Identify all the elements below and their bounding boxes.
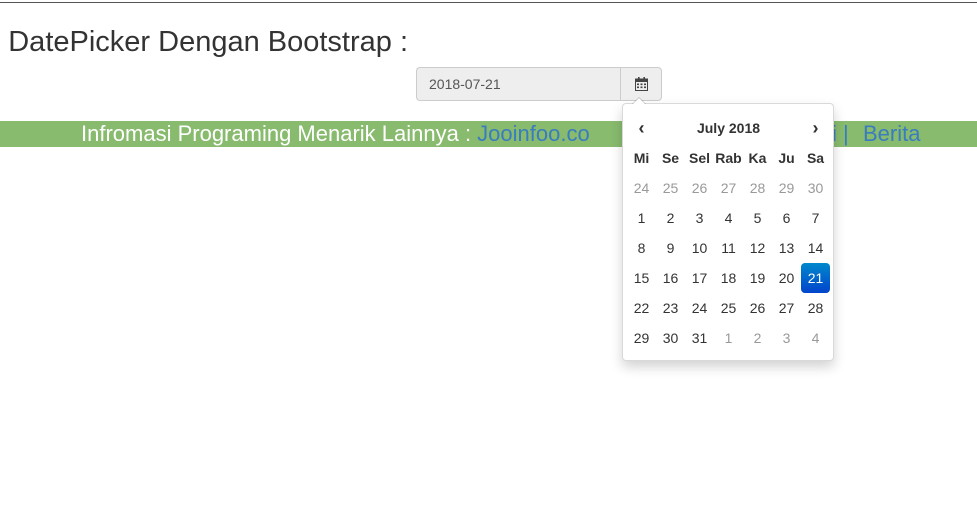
week-row: 29 30 31 1 2 3 4	[627, 323, 830, 353]
dow-header: Ka	[748, 150, 767, 166]
day-cell[interactable]: 15	[627, 263, 656, 293]
day-cell[interactable]: 5	[743, 203, 772, 233]
day-cell[interactable]: 16	[656, 263, 685, 293]
dow-header: Ju	[778, 150, 795, 166]
page-title: at DatePicker Dengan Bootstrap :	[0, 26, 409, 58]
datepicker-days: 24 25 26 27 28 29 30 1 2 3 4 5 6 7 8 9 10 11 12 13 14 15 16 17 1…	[627, 173, 830, 353]
day-cell[interactable]: 20	[772, 263, 801, 293]
dow-header: Se	[661, 150, 680, 166]
day-cell[interactable]: 1	[714, 323, 743, 353]
day-cell[interactable]: 24	[627, 173, 656, 203]
day-cell[interactable]: 25	[714, 293, 743, 323]
day-cell[interactable]: 26	[685, 173, 714, 203]
day-cell[interactable]: 30	[656, 323, 685, 353]
date-input[interactable]	[416, 67, 633, 101]
datepicker-table: ‹ July 2018 › Mi Se Sel Rab Ka Ju Sa 24 2…	[627, 113, 830, 353]
day-cell[interactable]: 29	[627, 323, 656, 353]
datepicker-popup: ‹ July 2018 › Mi Se Sel Rab Ka Ju Sa 24 2…	[622, 97, 834, 361]
banner-link-berita[interactable]: Berita	[863, 121, 920, 147]
day-cell[interactable]: 6	[772, 203, 801, 233]
day-cell[interactable]: 13	[772, 233, 801, 263]
day-cell[interactable]: 27	[714, 173, 743, 203]
days-of-week-row: Mi Se Sel Rab Ka Ju Sa	[627, 143, 830, 173]
day-cell[interactable]: 3	[685, 203, 714, 233]
day-cell[interactable]: 24	[685, 293, 714, 323]
day-cell[interactable]: 9	[656, 233, 685, 263]
date-input-group	[416, 67, 662, 101]
week-row: 15 16 17 18 19 20 21	[627, 263, 830, 293]
day-cell[interactable]: 10	[685, 233, 714, 263]
day-cell[interactable]: 1	[627, 203, 656, 233]
dow-header: Sa	[806, 150, 825, 166]
week-row: 1234567	[627, 203, 830, 233]
day-cell[interactable]: 26	[743, 293, 772, 323]
dow-header: Rab	[715, 150, 742, 166]
day-cell[interactable]: 23	[656, 293, 685, 323]
day-cell[interactable]: 30	[801, 173, 830, 203]
calendar-addon-button[interactable]	[620, 67, 662, 101]
day-cell[interactable]: 19	[743, 263, 772, 293]
banner-link-jooinfoo[interactable]: Jooinfoo.co	[477, 121, 590, 146]
day-cell[interactable]: 28	[743, 173, 772, 203]
day-cell[interactable]: 14	[801, 233, 830, 263]
day-cell[interactable]: 18	[714, 263, 743, 293]
day-cell[interactable]: 4	[714, 203, 743, 233]
day-cell[interactable]: 4	[801, 323, 830, 353]
datepicker-nav-row: ‹ July 2018 ›	[627, 113, 830, 143]
dow-header: Sel	[688, 150, 710, 166]
month-switch[interactable]: July 2018	[656, 113, 801, 143]
day-cell-selected[interactable]: 21	[801, 263, 830, 293]
day-cell[interactable]: 25	[656, 173, 685, 203]
day-cell[interactable]: 31	[685, 323, 714, 353]
calendar-icon	[634, 77, 648, 91]
top-rule	[0, 2, 977, 3]
day-cell[interactable]: 28	[801, 293, 830, 323]
week-row: 24 25 26 27 28 29 30	[627, 173, 830, 203]
day-cell[interactable]: 22	[627, 293, 656, 323]
next-month-button[interactable]: ›	[801, 113, 830, 143]
week-row: 8 9 10 11 12 13 14	[627, 233, 830, 263]
dow-header: Mi	[633, 150, 650, 166]
day-cell[interactable]: 12	[743, 233, 772, 263]
day-cell[interactable]: 27	[772, 293, 801, 323]
day-cell[interactable]: 17	[685, 263, 714, 293]
prev-month-button[interactable]: ‹	[627, 113, 656, 143]
banner-text: Infromasi Programing Menarik Lainnya : J…	[81, 121, 920, 147]
day-cell[interactable]: 8	[627, 233, 656, 263]
day-cell[interactable]: 2	[743, 323, 772, 353]
day-cell[interactable]: 7	[801, 203, 830, 233]
day-cell[interactable]: 29	[772, 173, 801, 203]
banner-prefix: Infromasi Programing Menarik Lainnya :	[81, 121, 478, 146]
day-cell[interactable]: 2	[656, 203, 685, 233]
day-cell[interactable]: 11	[714, 233, 743, 263]
day-cell[interactable]: 3	[772, 323, 801, 353]
week-row: 22 23 24 25 26 27 28	[627, 293, 830, 323]
